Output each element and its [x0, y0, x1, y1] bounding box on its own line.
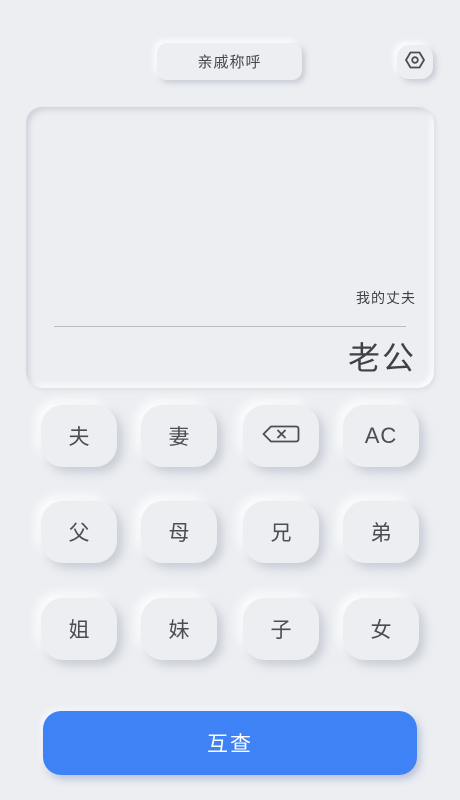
backspace-button[interactable]	[243, 405, 319, 467]
key-label: AC	[364, 423, 398, 448]
key-father[interactable]: 父	[41, 501, 117, 563]
page-title: 亲戚称呼	[157, 43, 302, 80]
key-label: 妻	[168, 425, 190, 449]
key-younger-sister[interactable]: 妹	[141, 598, 217, 660]
key-elder-brother[interactable]: 兄	[243, 501, 319, 563]
mutual-query-button[interactable]: 互查	[43, 711, 417, 775]
backspace-icon	[262, 424, 300, 448]
result-text: 老公	[347, 339, 416, 377]
key-son[interactable]: 子	[243, 598, 319, 660]
settings-icon	[405, 51, 425, 73]
key-label: 父	[68, 521, 90, 545]
key-label: 夫	[68, 425, 90, 449]
expression-text: 我的丈夫	[356, 291, 416, 307]
settings-button[interactable]	[397, 45, 433, 79]
key-wife[interactable]: 妻	[141, 405, 217, 467]
display-divider	[54, 326, 406, 327]
key-label: 女	[370, 618, 392, 642]
key-label: 母	[168, 521, 190, 545]
key-label: 子	[270, 618, 292, 642]
key-label: 姐	[68, 618, 90, 642]
key-younger-brother[interactable]: 弟	[343, 501, 419, 563]
clear-all-button[interactable]: AC	[343, 405, 419, 467]
query-button-label: 互查	[207, 732, 253, 756]
key-elder-sister[interactable]: 姐	[41, 598, 117, 660]
key-mother[interactable]: 母	[141, 501, 217, 563]
key-husband[interactable]: 夫	[41, 405, 117, 467]
result-display: 我的丈夫 老公	[26, 107, 434, 388]
key-label: 妹	[168, 618, 190, 642]
key-label: 弟	[370, 521, 392, 545]
key-daughter[interactable]: 女	[343, 598, 419, 660]
page-title-label: 亲戚称呼	[197, 53, 262, 71]
key-label: 兄	[270, 521, 292, 545]
